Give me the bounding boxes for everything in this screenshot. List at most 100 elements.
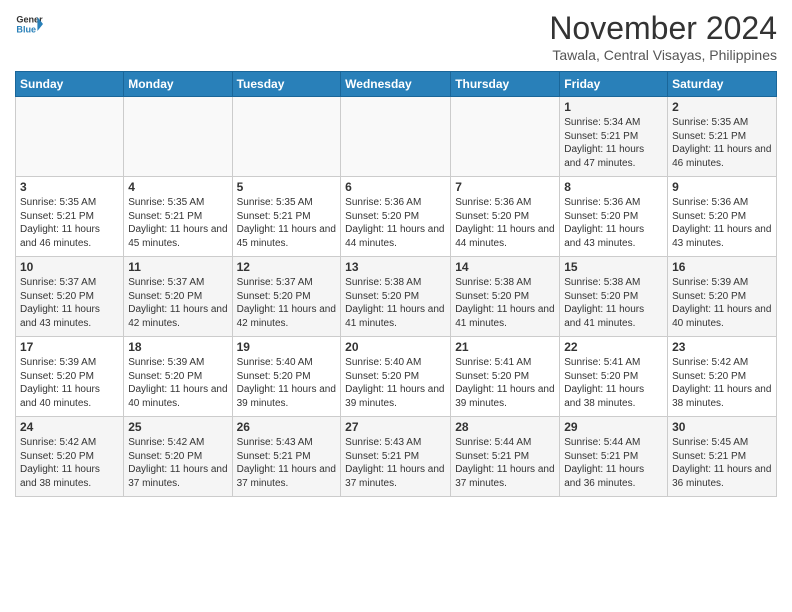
day-number: 18 <box>128 340 227 354</box>
day-info: Sunrise: 5:40 AM Sunset: 5:20 PM Dayligh… <box>237 356 337 410</box>
calendar-cell: 29 Sunrise: 5:44 AM Sunset: 5:21 PM Dayli… <box>560 417 668 497</box>
calendar-cell: 3Sunrise: 5:35 AM Sunset: 5:21 PM Daylig… <box>16 177 124 257</box>
calendar-cell: 12 Sunrise: 5:37 AM Sunset: 5:20 PM Dayli… <box>232 257 341 337</box>
day-info: Sunrise: 5:38 AM Sunset: 5:20 PM Dayligh… <box>564 276 663 330</box>
weekday-header-saturday: Saturday <box>668 72 777 97</box>
page-header: General Blue November 2024 Tawala, Centr… <box>15 10 777 63</box>
calendar-cell: 6 Sunrise: 5:36 AM Sunset: 5:20 PM Daylig… <box>341 177 451 257</box>
day-info: Sunrise: 5:36 AM Sunset: 5:20 PM Dayligh… <box>345 196 446 250</box>
day-number: 12 <box>237 260 337 274</box>
calendar-cell <box>232 97 341 177</box>
calendar-cell <box>451 97 560 177</box>
day-info: Sunrise: 5:42 AM Sunset: 5:20 PM Dayligh… <box>20 436 119 490</box>
day-info: Sunrise: 5:35 AM Sunset: 5:21 PM Dayligh… <box>672 116 772 170</box>
day-info: Sunrise: 5:44 AM Sunset: 5:21 PM Dayligh… <box>564 436 663 490</box>
calendar-cell: 24 Sunrise: 5:42 AM Sunset: 5:20 PM Dayli… <box>16 417 124 497</box>
calendar-cell <box>124 97 232 177</box>
weekday-header-thursday: Thursday <box>451 72 560 97</box>
calendar-cell: 27 Sunrise: 5:43 AM Sunset: 5:21 PM Dayli… <box>341 417 451 497</box>
day-info: Sunrise: 5:38 AM Sunset: 5:20 PM Dayligh… <box>345 276 446 330</box>
calendar-cell: 9 Sunrise: 5:36 AM Sunset: 5:20 PM Daylig… <box>668 177 777 257</box>
calendar-cell: 30 Sunrise: 5:45 AM Sunset: 5:21 PM Dayli… <box>668 417 777 497</box>
calendar-cell: 28 Sunrise: 5:44 AM Sunset: 5:21 PM Dayli… <box>451 417 560 497</box>
day-number: 4 <box>128 180 227 194</box>
day-number: 30 <box>672 420 772 434</box>
day-number: 11 <box>128 260 227 274</box>
location: Tawala, Central Visayas, Philippines <box>549 47 777 63</box>
calendar-cell: 1Sunrise: 5:34 AM Sunset: 5:21 PM Daylig… <box>560 97 668 177</box>
day-info: Sunrise: 5:41 AM Sunset: 5:20 PM Dayligh… <box>455 356 555 410</box>
day-number: 20 <box>345 340 446 354</box>
day-number: 25 <box>128 420 227 434</box>
day-number: 19 <box>237 340 337 354</box>
month-title: November 2024 <box>549 10 777 47</box>
title-block: November 2024 Tawala, Central Visayas, P… <box>549 10 777 63</box>
day-info: Sunrise: 5:37 AM Sunset: 5:20 PM Dayligh… <box>20 276 119 330</box>
calendar-cell: 17 Sunrise: 5:39 AM Sunset: 5:20 PM Dayli… <box>16 337 124 417</box>
day-number: 6 <box>345 180 446 194</box>
week-row-2: 3 Sunrise: 5:35 AM Sunset: 5:21 PM Daylig… <box>16 177 777 257</box>
calendar-cell: 13 Sunrise: 5:38 AM Sunset: 5:20 PM Dayli… <box>341 257 451 337</box>
calendar-cell: 18 Sunrise: 5:39 AM Sunset: 5:20 PM Dayli… <box>124 337 232 417</box>
day-number: 7 <box>455 180 555 194</box>
calendar-cell <box>341 97 451 177</box>
day-number: 9 <box>672 180 772 194</box>
day-number: 23 <box>672 340 772 354</box>
svg-text:Blue: Blue <box>16 24 36 34</box>
day-info: Sunrise: 5:37 AM Sunset: 5:20 PM Dayligh… <box>128 276 227 330</box>
day-number: 29 <box>564 420 663 434</box>
day-number: 1 <box>564 100 663 114</box>
week-row-5: 24 Sunrise: 5:42 AM Sunset: 5:20 PM Dayli… <box>16 417 777 497</box>
day-info: Sunrise: 5:38 AM Sunset: 5:20 PM Dayligh… <box>455 276 555 330</box>
day-number: 5 <box>237 180 337 194</box>
day-info: Sunrise: 5:36 AM Sunset: 5:20 PM Dayligh… <box>564 196 663 250</box>
day-number: 28 <box>455 420 555 434</box>
day-info: Sunrise: 5:40 AM Sunset: 5:20 PM Dayligh… <box>345 356 446 410</box>
day-info: Sunrise: 5:39 AM Sunset: 5:20 PM Dayligh… <box>128 356 227 410</box>
calendar-cell: 11 Sunrise: 5:37 AM Sunset: 5:20 PM Dayli… <box>124 257 232 337</box>
calendar-cell: 8Sunrise: 5:36 AM Sunset: 5:20 PM Daylig… <box>560 177 668 257</box>
day-info: Sunrise: 5:35 AM Sunset: 5:21 PM Dayligh… <box>128 196 227 250</box>
day-number: 24 <box>20 420 119 434</box>
weekday-header-monday: Monday <box>124 72 232 97</box>
day-number: 22 <box>564 340 663 354</box>
calendar-cell: 2 Sunrise: 5:35 AM Sunset: 5:21 PM Daylig… <box>668 97 777 177</box>
calendar-cell: 5 Sunrise: 5:35 AM Sunset: 5:21 PM Daylig… <box>232 177 341 257</box>
calendar-cell: 25Sunrise: 5:42 AM Sunset: 5:20 PM Dayli… <box>124 417 232 497</box>
calendar-cell: 10Sunrise: 5:37 AM Sunset: 5:20 PM Dayli… <box>16 257 124 337</box>
day-info: Sunrise: 5:41 AM Sunset: 5:20 PM Dayligh… <box>564 356 663 410</box>
day-info: Sunrise: 5:44 AM Sunset: 5:21 PM Dayligh… <box>455 436 555 490</box>
day-info: Sunrise: 5:36 AM Sunset: 5:20 PM Dayligh… <box>672 196 772 250</box>
weekday-header-row: SundayMondayTuesdayWednesdayThursdayFrid… <box>16 72 777 97</box>
day-info: Sunrise: 5:43 AM Sunset: 5:21 PM Dayligh… <box>237 436 337 490</box>
day-info: Sunrise: 5:43 AM Sunset: 5:21 PM Dayligh… <box>345 436 446 490</box>
day-number: 26 <box>237 420 337 434</box>
calendar-cell: 26 Sunrise: 5:43 AM Sunset: 5:21 PM Dayli… <box>232 417 341 497</box>
day-number: 13 <box>345 260 446 274</box>
calendar-cell: 7 Sunrise: 5:36 AM Sunset: 5:20 PM Daylig… <box>451 177 560 257</box>
week-row-4: 17 Sunrise: 5:39 AM Sunset: 5:20 PM Dayli… <box>16 337 777 417</box>
day-info: Sunrise: 5:36 AM Sunset: 5:20 PM Dayligh… <box>455 196 555 250</box>
weekday-header-friday: Friday <box>560 72 668 97</box>
day-number: 3 <box>20 180 119 194</box>
day-number: 27 <box>345 420 446 434</box>
calendar-cell: 14Sunrise: 5:38 AM Sunset: 5:20 PM Dayli… <box>451 257 560 337</box>
day-info: Sunrise: 5:45 AM Sunset: 5:21 PM Dayligh… <box>672 436 772 490</box>
day-number: 15 <box>564 260 663 274</box>
day-info: Sunrise: 5:35 AM Sunset: 5:21 PM Dayligh… <box>237 196 337 250</box>
calendar-table: SundayMondayTuesdayWednesdayThursdayFrid… <box>15 71 777 497</box>
day-info: Sunrise: 5:37 AM Sunset: 5:20 PM Dayligh… <box>237 276 337 330</box>
day-info: Sunrise: 5:39 AM Sunset: 5:20 PM Dayligh… <box>672 276 772 330</box>
day-info: Sunrise: 5:39 AM Sunset: 5:20 PM Dayligh… <box>20 356 119 410</box>
calendar-cell: 20 Sunrise: 5:40 AM Sunset: 5:20 PM Dayli… <box>341 337 451 417</box>
day-number: 21 <box>455 340 555 354</box>
calendar-cell: 22 Sunrise: 5:41 AM Sunset: 5:20 PM Dayli… <box>560 337 668 417</box>
week-row-1: 1Sunrise: 5:34 AM Sunset: 5:21 PM Daylig… <box>16 97 777 177</box>
day-number: 17 <box>20 340 119 354</box>
logo-icon: General Blue <box>15 10 43 38</box>
day-number: 16 <box>672 260 772 274</box>
weekday-header-sunday: Sunday <box>16 72 124 97</box>
calendar-cell: 21 Sunrise: 5:41 AM Sunset: 5:20 PM Dayli… <box>451 337 560 417</box>
calendar-cell: 4 Sunrise: 5:35 AM Sunset: 5:21 PM Daylig… <box>124 177 232 257</box>
day-number: 2 <box>672 100 772 114</box>
